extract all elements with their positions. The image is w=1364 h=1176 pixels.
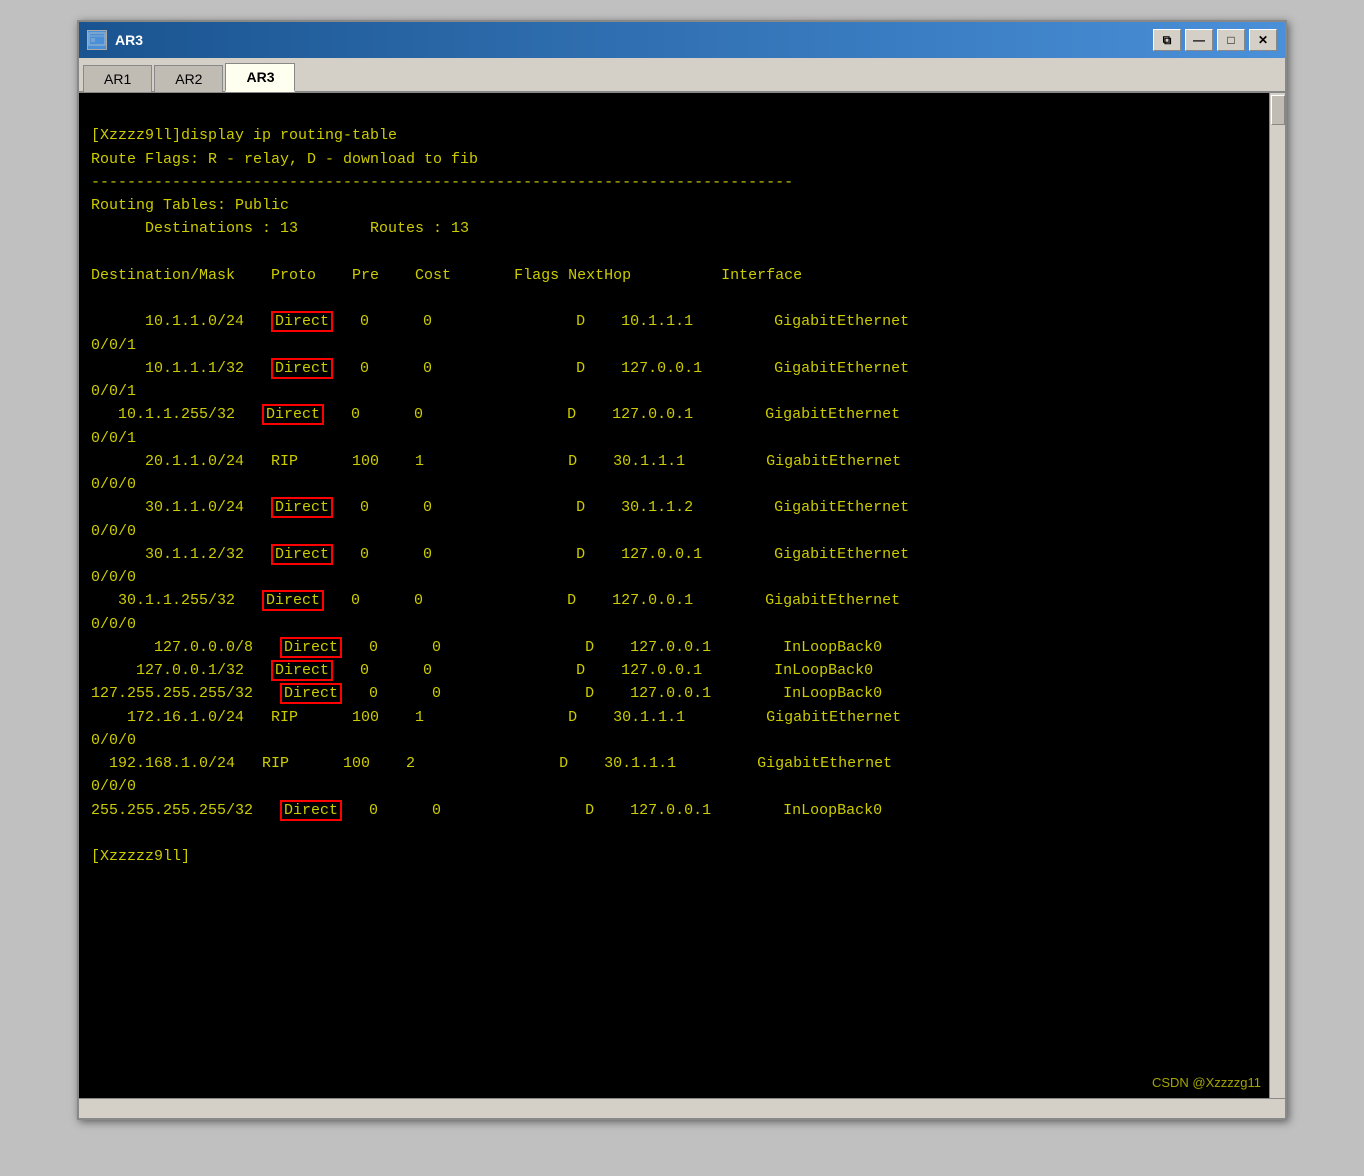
proto-direct-9: Direct	[271, 660, 333, 681]
tab-ar2[interactable]: AR2	[154, 65, 223, 92]
tab-ar1[interactable]: AR1	[83, 65, 152, 92]
route-row-2: 10.1.1.1/32 Direct 0 0 D 127.0.0.1 Gigab…	[91, 358, 909, 379]
title-bar: AR3 ⧉ — □ ✕	[79, 22, 1285, 58]
route-iface-4: 0/0/0	[91, 476, 136, 493]
terminal-destinations: Destinations : 13 Routes : 13	[91, 220, 469, 237]
route-iface-3: 0/0/1	[91, 430, 136, 447]
proto-direct-10: Direct	[280, 683, 342, 704]
window-icon	[87, 30, 107, 50]
title-bar-left: AR3	[87, 30, 143, 50]
watermark: CSDN @Xzzzzg11	[1152, 1075, 1261, 1090]
route-row-11: 172.16.1.0/24 RIP 100 1 D 30.1.1.1 Gigab…	[91, 709, 901, 726]
route-row-8: 127.0.0.0/8 Direct 0 0 D 127.0.0.1 InLoo…	[91, 637, 882, 658]
route-iface-6: 0/0/0	[91, 569, 136, 586]
window-title: AR3	[115, 32, 143, 48]
terminal-blank3	[91, 825, 100, 842]
route-iface-11: 0/0/0	[91, 732, 136, 749]
restore-button[interactable]: ⧉	[1153, 29, 1181, 51]
status-bar	[79, 1098, 1285, 1118]
route-row-3: 10.1.1.255/32 Direct 0 0 D 127.0.0.1 Gig…	[91, 404, 900, 425]
route-row-4: 20.1.1.0/24 RIP 100 1 D 30.1.1.1 Gigabit…	[91, 453, 901, 470]
proto-direct-13: Direct	[280, 800, 342, 821]
route-row-5: 30.1.1.0/24 Direct 0 0 D 30.1.1.2 Gigabi…	[91, 497, 909, 518]
route-row-9: 127.0.0.1/32 Direct 0 0 D 127.0.0.1 InLo…	[91, 660, 873, 681]
route-row-10: 127.255.255.255/32 Direct 0 0 D 127.0.0.…	[91, 683, 882, 704]
scrollbar[interactable]	[1269, 93, 1285, 1098]
terminal-line-flags: Route Flags: R - relay, D - download to …	[91, 151, 478, 168]
proto-direct-1: Direct	[271, 311, 333, 332]
terminal-separator: ----------------------------------------…	[91, 174, 793, 191]
proto-direct-8: Direct	[280, 637, 342, 658]
tab-ar3[interactable]: AR3	[225, 63, 295, 92]
route-row-13: 255.255.255.255/32 Direct 0 0 D 127.0.0.…	[91, 800, 882, 821]
terminal-blank2	[91, 290, 100, 307]
minimize-button[interactable]: —	[1185, 29, 1213, 51]
route-iface-12: 0/0/0	[91, 778, 136, 795]
route-row-7: 30.1.1.255/32 Direct 0 0 D 127.0.0.1 Gig…	[91, 590, 900, 611]
terminal-final-prompt: [Xzzzzz9ll]	[91, 848, 190, 865]
close-button[interactable]: ✕	[1249, 29, 1277, 51]
proto-direct-7: Direct	[262, 590, 324, 611]
scrollbar-thumb[interactable]	[1271, 95, 1285, 125]
proto-direct-2: Direct	[271, 358, 333, 379]
proto-direct-3: Direct	[262, 404, 324, 425]
terminal-blank1	[91, 244, 100, 261]
route-iface-5: 0/0/0	[91, 523, 136, 540]
main-window: AR3 ⧉ — □ ✕ AR1 AR2 AR3 [Xzzzz9ll]displa…	[77, 20, 1287, 1120]
route-iface-2: 0/0/1	[91, 383, 136, 400]
terminal-line-prompt1: [Xzzzz9ll]display ip routing-table	[91, 127, 397, 144]
maximize-button[interactable]: □	[1217, 29, 1245, 51]
proto-direct-6: Direct	[271, 544, 333, 565]
terminal-routing-tables: Routing Tables: Public	[91, 197, 289, 214]
title-bar-controls: ⧉ — □ ✕	[1153, 29, 1277, 51]
proto-direct-5: Direct	[271, 497, 333, 518]
route-iface-1: 0/0/1	[91, 337, 136, 354]
route-row-1: 10.1.1.0/24 Direct 0 0 D 10.1.1.1 Gigabi…	[91, 311, 909, 332]
terminal-header: Destination/Mask Proto Pre Cost Flags Ne…	[91, 267, 802, 284]
terminal-area: [Xzzzz9ll]display ip routing-table Route…	[79, 93, 1285, 1098]
tab-bar: AR1 AR2 AR3	[79, 58, 1285, 93]
route-row-12: 192.168.1.0/24 RIP 100 2 D 30.1.1.1 Giga…	[91, 755, 892, 772]
route-row-6: 30.1.1.2/32 Direct 0 0 D 127.0.0.1 Gigab…	[91, 544, 909, 565]
terminal-content: [Xzzzz9ll]display ip routing-table Route…	[91, 101, 1273, 892]
route-iface-7: 0/0/0	[91, 616, 136, 633]
